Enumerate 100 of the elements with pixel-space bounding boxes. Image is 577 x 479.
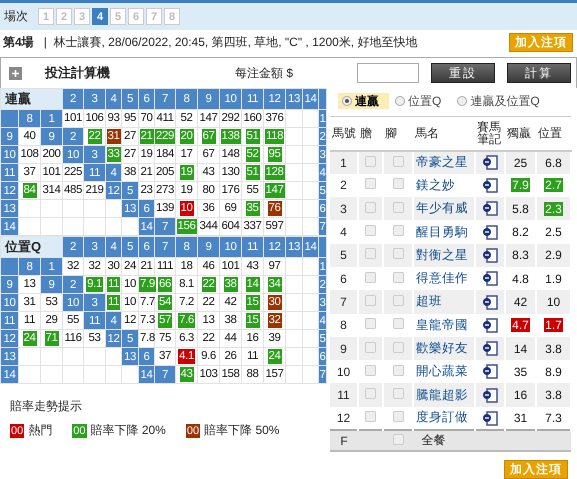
banker-checkbox[interactable] [365,156,376,167]
odds-value: 76 [268,201,282,216]
odds-value: 66 [158,277,172,292]
odds-value: 43 [180,367,194,382]
note-icon[interactable] [482,155,498,170]
odds-value: 15 [246,313,260,328]
odds-value: 69 [224,201,238,216]
horse-number: 3 [84,146,106,164]
note-icon[interactable] [482,318,498,333]
odds-value: 10 [123,277,138,292]
horse-name-link[interactable]: 皇龍帝國 [416,318,468,332]
leg-checkbox[interactable] [392,388,404,400]
horse-number: 10 [330,360,358,384]
odds-value: 7.9 [139,277,156,292]
horse-name-link[interactable]: 鎂之妙 [416,178,455,192]
banker-checkbox[interactable] [365,318,376,330]
odds-value: 57 [158,313,172,328]
banker-checkbox[interactable] [365,410,376,422]
horse-name-link[interactable]: 度身訂做 [416,410,468,424]
odds-value: 11 [246,349,260,364]
horse-number: 9 [40,128,63,146]
horse-name-link[interactable]: 醒目勇駒 [416,224,468,239]
note-icon[interactable] [482,294,498,310]
odds-value: 51 [246,129,260,144]
note-icon[interactable] [482,224,498,240]
leg-checkbox[interactable] [392,364,404,376]
place-odds: 7.3 [544,410,563,425]
race-tab[interactable]: 4 [92,8,108,25]
banker-checkbox[interactable] [365,342,376,353]
note-icon[interactable] [482,248,498,263]
horse-number: 13 [0,200,18,218]
legend-swatch: 00 [10,424,24,438]
horse-number: 1 [40,110,63,128]
leg-checkbox[interactable] [392,248,404,260]
note-icon[interactable] [482,341,498,356]
banker-checkbox[interactable] [365,248,376,260]
leg-checkbox[interactable] [392,272,404,283]
calculate-button[interactable]: 計算 [507,63,571,83]
odds-value: 229 [155,129,176,144]
odds-value: 36 [202,201,216,216]
pool-option[interactable]: 連贏 [338,93,389,109]
pool-option[interactable]: 位置Q [391,93,452,109]
horse-number: 11 [330,383,358,407]
leg-checkbox[interactable] [392,410,404,422]
expand-icon[interactable] [9,66,22,80]
reset-button[interactable]: 重設 [431,63,495,83]
column-header: 8 [176,88,198,110]
win-odds: 5.8 [511,202,530,216]
horse-number: 8 [18,258,40,276]
odds-value: 17 [180,147,194,162]
note-icon[interactable] [482,388,498,403]
column-header: 13 [286,236,303,258]
odds-value: 21 [140,259,154,274]
leg-checkbox[interactable] [392,318,404,330]
odds-value: 37 [158,349,172,364]
banker-checkbox[interactable] [365,272,376,283]
leg-checkbox[interactable] [392,225,404,236]
pool-option[interactable]: 連贏及位置Q [453,93,550,109]
win-odds: 31 [512,410,528,425]
column-header: 12 [264,236,286,258]
horse-number: 8 [18,110,40,128]
odds-value: 11 [106,277,120,292]
odds-value: 10 [123,295,138,310]
horse-number: 10 [62,146,84,164]
leg-checkbox[interactable] [392,342,404,353]
place-odds: 1.7 [544,318,563,332]
odds-value: 19 [180,183,194,198]
note-icon[interactable] [482,410,498,426]
horse-number: 6 [330,266,358,290]
odds-value: 19 [140,147,154,162]
note-icon[interactable] [482,271,498,286]
note-icon[interactable] [482,201,498,216]
leg-checkbox[interactable] [392,156,404,167]
banker-checkbox[interactable] [365,364,376,376]
banker-checkbox[interactable] [365,388,376,400]
field-checkbox[interactable] [392,434,404,445]
odds-value: 34 [268,277,282,292]
leg-checkbox[interactable] [392,202,404,213]
horse-number: 10 [0,294,18,312]
banker-checkbox[interactable] [365,178,376,190]
odds-value: 22 [202,331,216,346]
leg-checkbox[interactable] [392,178,404,190]
horse-number: 12 [0,330,18,348]
odds-value: 101 [63,111,84,126]
leg-checkbox[interactable] [392,294,404,306]
banker-checkbox[interactable] [365,202,376,213]
blank-header [0,258,18,276]
odds-value: 52 [180,111,194,126]
note-icon[interactable] [482,364,498,380]
odds-value: 97 [268,259,282,274]
horse-name-link[interactable]: 開心蔬菜 [416,364,468,378]
amount-input[interactable] [357,63,419,83]
odds-value: 84 [22,183,36,198]
note-icon[interactable] [482,178,498,194]
odds-value: 54 [158,295,172,310]
banker-checkbox[interactable] [365,225,376,236]
horse-name-link[interactable]: 得意佳作 [416,271,468,286]
odds-value: 411 [155,111,175,126]
column-header: 2 [62,236,84,258]
banker-checkbox[interactable] [365,294,376,306]
